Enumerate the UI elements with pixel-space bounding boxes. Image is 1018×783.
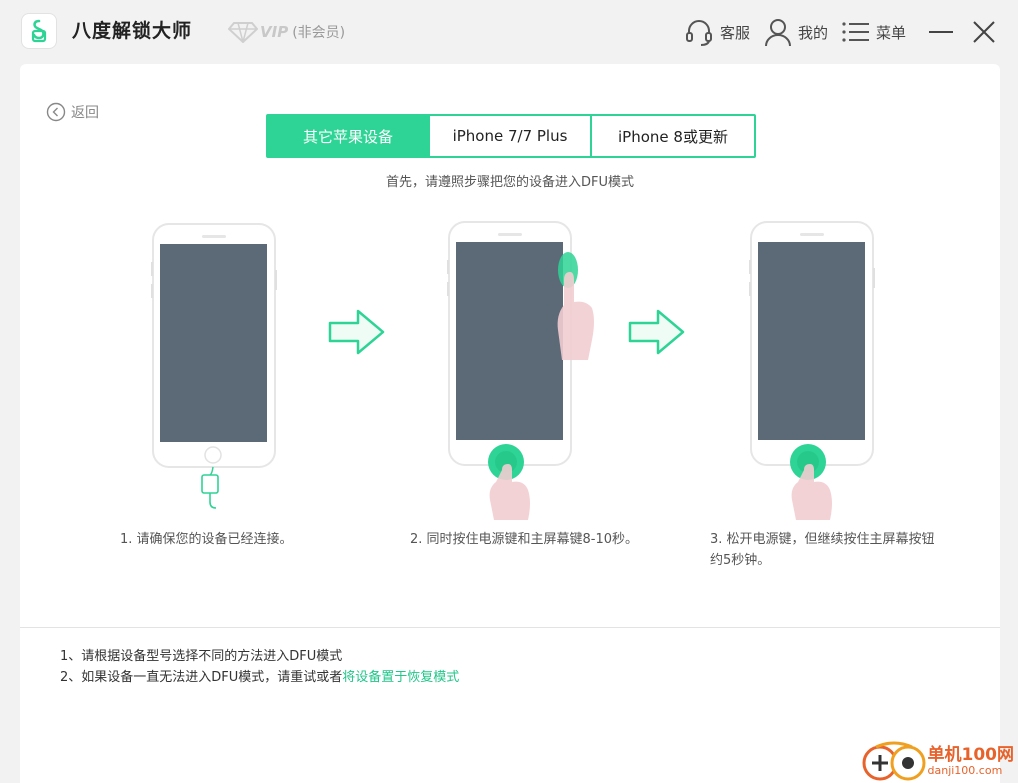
my-account-label: 我的: [797, 23, 828, 42]
iphone-connected-illustration: [151, 223, 277, 509]
divider: [20, 627, 1000, 628]
arrow-right-icon: [628, 309, 685, 355]
arrow-right-icon: [328, 309, 385, 355]
watermark-en: danji100.com: [927, 763, 1003, 777]
step-1-illustration: [150, 222, 280, 516]
step-2-illustration: [446, 220, 606, 524]
tab-iphone-8-or-newer[interactable]: iPhone 8或更新: [592, 116, 754, 156]
iphone-hold-home-illustration: [749, 221, 875, 520]
headset-icon: [685, 20, 712, 46]
main-panel: 返回 其它苹果设备 iPhone 7/7 Plus iPhone 8或更新 首先…: [20, 64, 1000, 783]
watermark: 单机100网 danji100.com: [862, 741, 1015, 781]
tab-iphone-7[interactable]: iPhone 7/7 Plus: [430, 116, 592, 156]
menu-label: 菜单: [875, 23, 906, 42]
customer-service-label: 客服: [719, 23, 750, 42]
note-2-text: 2、如果设备一直无法进入DFU模式，请重试或者: [60, 670, 343, 685]
watermark-text: 单机100网 danji100.com: [928, 746, 1015, 777]
minimize-icon: [929, 31, 953, 33]
step-1-caption: 1. 请确保您的设备已经连接。: [120, 532, 293, 547]
minimize-button[interactable]: [928, 19, 954, 45]
note-1: 1、请根据设备型号选择不同的方法进入DFU模式: [60, 649, 343, 664]
step-3-caption: 3. 松开电源键，但继续按住主屏幕按钮 约5秒钟。: [710, 529, 935, 571]
member-status: (非会员): [292, 25, 346, 41]
step-2-caption: 2. 同时按住电源键和主屏幕键8-10秒。: [410, 532, 639, 547]
step-3-caption-line1: 3. 松开电源键，但继续按住主屏幕按钮: [710, 532, 935, 547]
vip-badge[interactable]: VIP (非会员): [228, 20, 345, 44]
iphone-press-buttons-illustration: [447, 221, 594, 520]
customer-service-button[interactable]: 客服: [684, 17, 750, 47]
close-button[interactable]: [972, 20, 996, 44]
back-button[interactable]: 返回: [46, 102, 99, 122]
back-arrow-icon: [46, 102, 66, 122]
watermark-cn: 单机100网: [927, 744, 1015, 765]
my-account-button[interactable]: 我的: [764, 17, 828, 47]
tab-other-apple-devices[interactable]: 其它苹果设备: [268, 116, 430, 156]
vip-label: VIP: [260, 23, 289, 41]
watermark-logo-icon: [862, 741, 925, 781]
back-label: 返回: [71, 105, 99, 121]
instruction-subtitle: 首先，请遵照步骤把您的设备进入DFU模式: [385, 175, 634, 190]
close-icon: [973, 21, 995, 43]
user-icon: [764, 19, 791, 47]
step-3-caption-line2: 约5秒钟。: [710, 553, 771, 568]
notes: 1、请根据设备型号选择不同的方法进入DFU模式 2、如果设备一直无法进入DFU模…: [60, 646, 459, 688]
menu-button[interactable]: 菜单: [842, 21, 906, 43]
recovery-mode-link[interactable]: 将设备置于恢复模式: [342, 670, 459, 685]
diamond-icon: [228, 22, 258, 43]
step-3-illustration: [748, 220, 878, 524]
app-title: 八度解锁大师: [72, 20, 193, 42]
device-tabs: 其它苹果设备 iPhone 7/7 Plus iPhone 8或更新: [266, 114, 756, 158]
app-logo-icon: [22, 14, 56, 48]
menu-icon: [842, 22, 869, 42]
header-actions: 客服 我的 菜单: [670, 16, 996, 48]
note-2: 2、如果设备一直无法进入DFU模式，请重试或者将设备置于恢复模式: [60, 667, 459, 688]
title-bar: 八度解锁大师 VIP (非会员) 客服 我的 菜单: [0, 0, 1018, 64]
